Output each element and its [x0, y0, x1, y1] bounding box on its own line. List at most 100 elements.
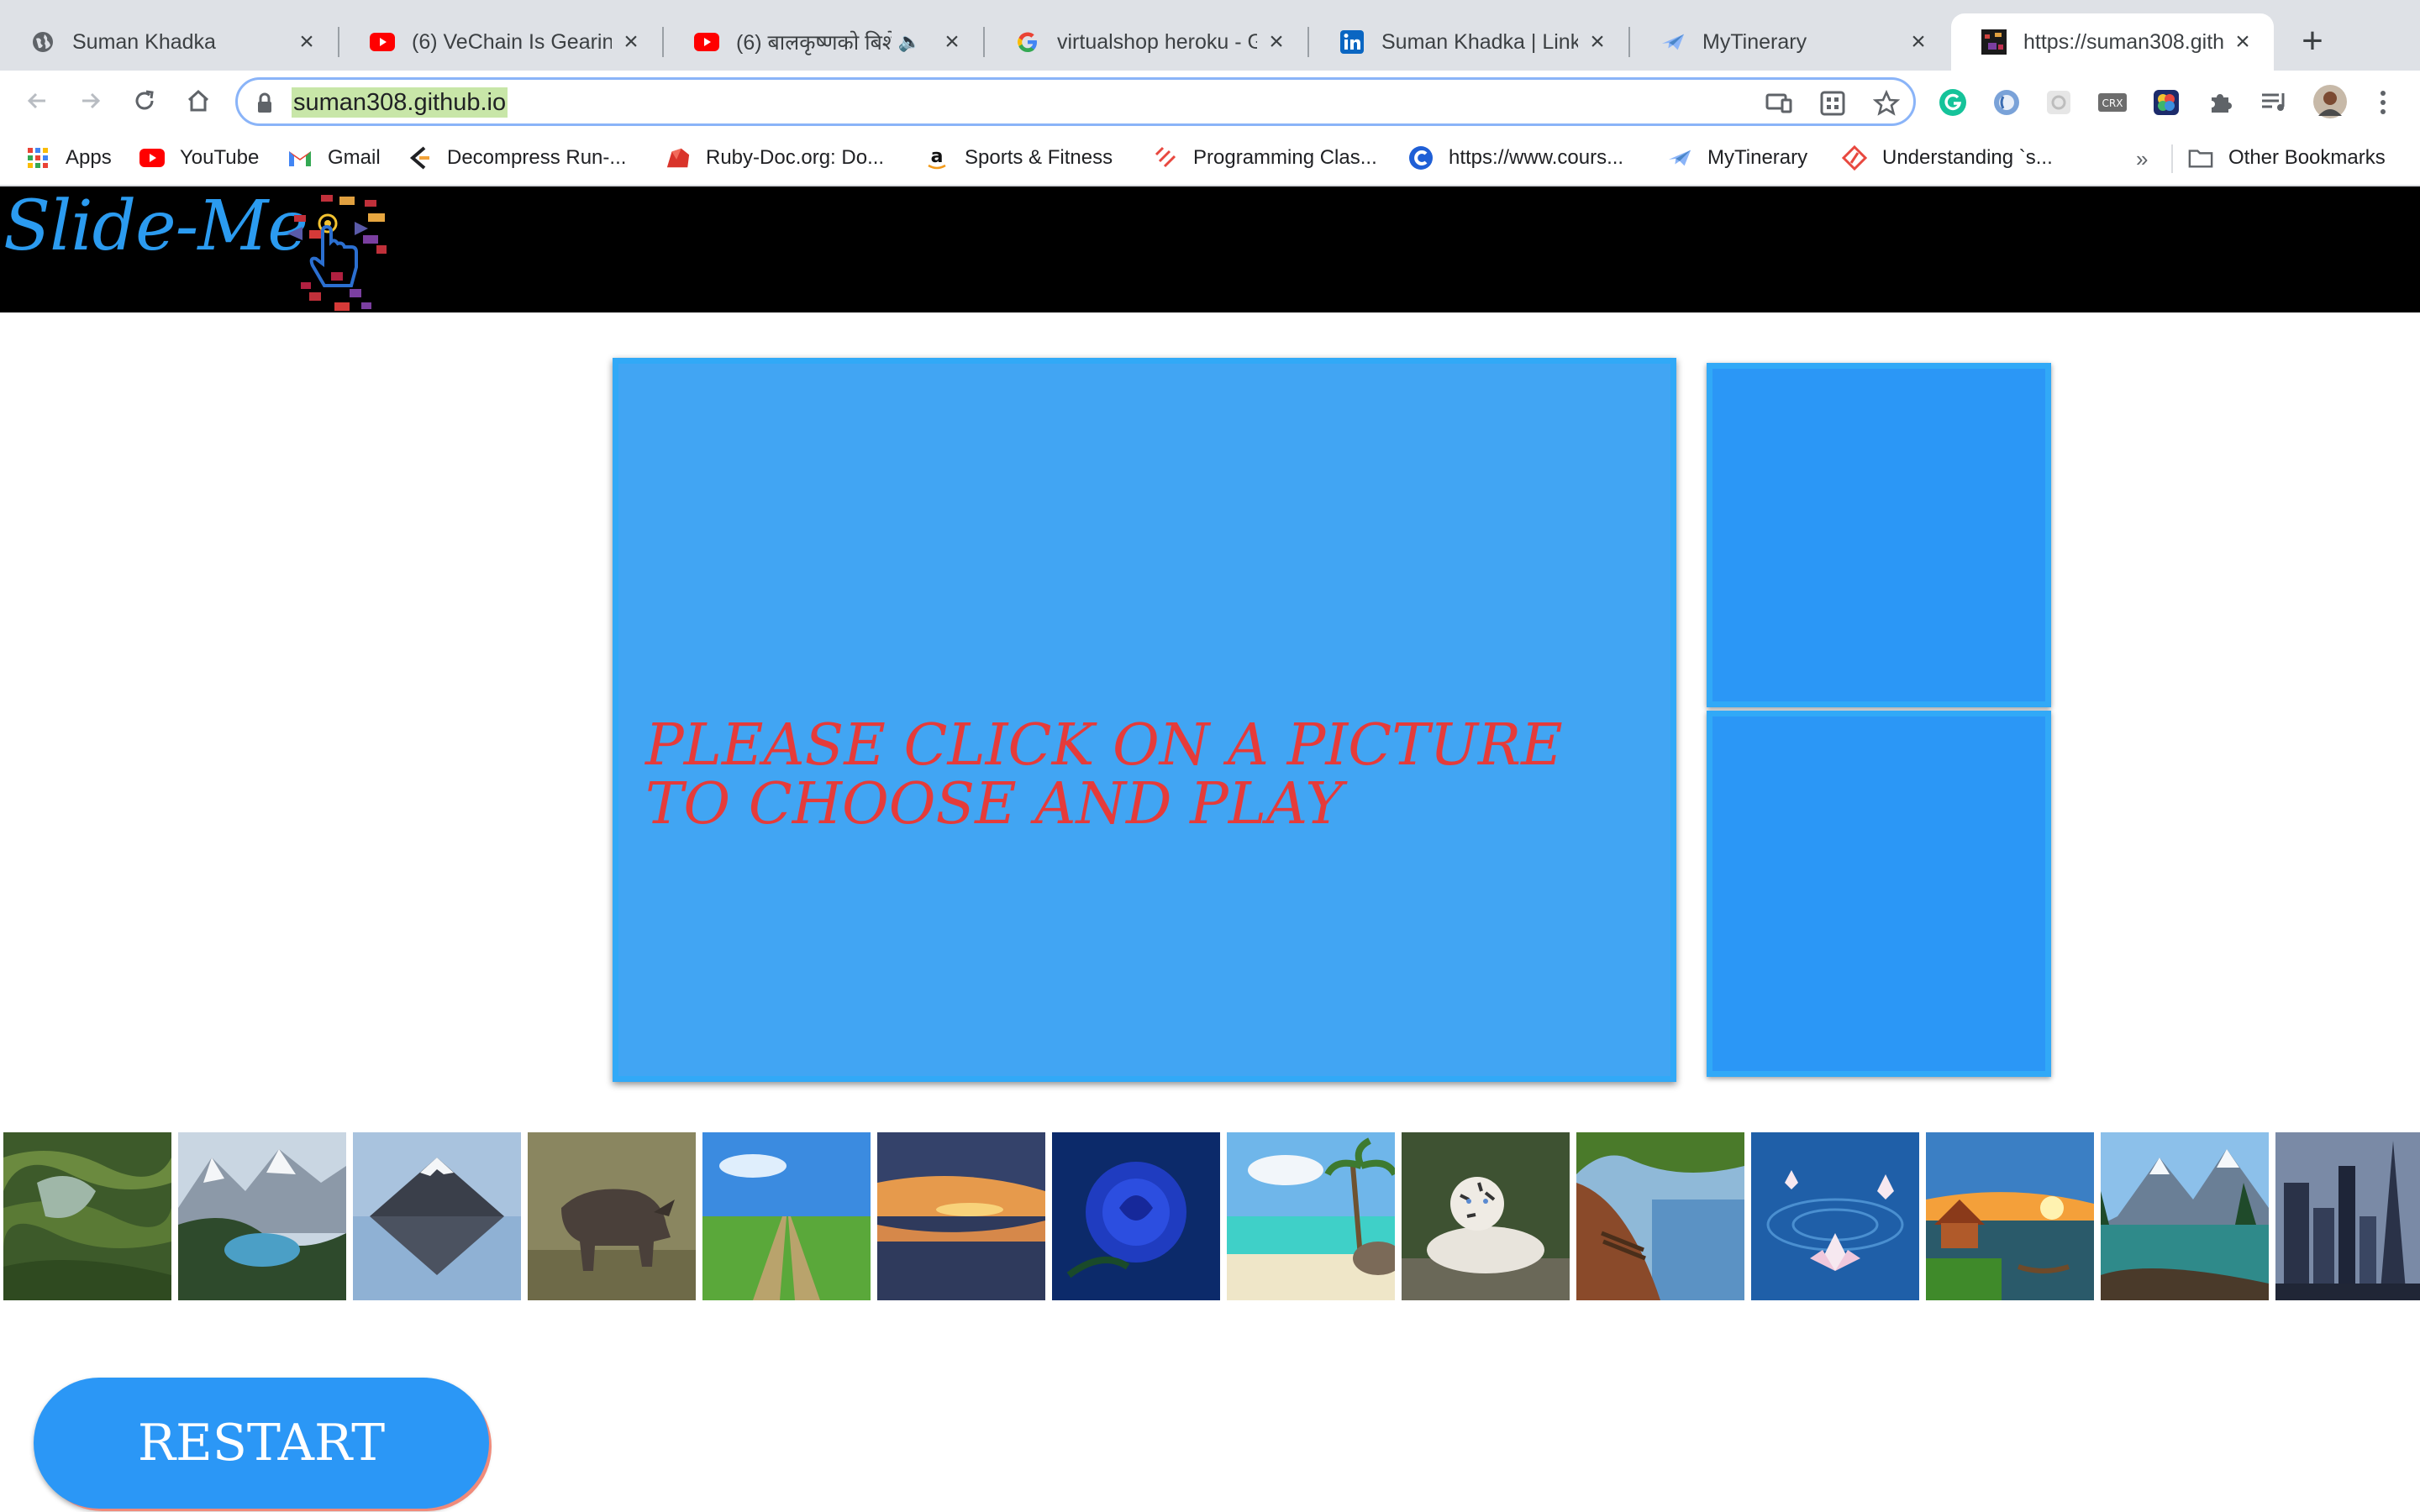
amazon-icon: a	[924, 145, 950, 171]
bookmark-understanding[interactable]: Understanding `s...	[1842, 141, 2053, 175]
tab-title: (6) VeChain Is Gearing	[412, 29, 612, 54]
youtube-icon	[139, 145, 165, 171]
tab-virtualshop[interactable]: virtualshop heroku - G ×	[985, 13, 1307, 71]
thumb-lakeside-bench[interactable]	[1576, 1132, 1744, 1300]
crx-icon[interactable]: CRX	[2097, 87, 2128, 118]
logo-text[interactable]: Slide-Me	[3, 186, 308, 266]
close-tab-icon[interactable]: ×	[294, 28, 319, 56]
google-icon	[1015, 29, 1040, 55]
gmail-icon	[287, 145, 313, 171]
puzzle-board[interactable]: PLEASE CLICK ON A PICTURE TO CHOOSE AND …	[613, 358, 1676, 1082]
tab-slide-me[interactable]: https://suman308.gith ×	[1951, 13, 2274, 71]
close-tab-icon[interactable]: ×	[1906, 28, 1931, 56]
bookmark-ruby-doc[interactable]: Ruby-Doc.org: Do...	[666, 141, 884, 175]
thumb-city-skyline[interactable]	[2275, 1132, 2420, 1300]
apps-grid-icon	[25, 145, 50, 171]
new-tab-button[interactable]: +	[2296, 20, 2329, 62]
tab-title: virtualshop heroku - G	[1057, 29, 1257, 54]
close-tab-icon[interactable]: ×	[2230, 28, 2255, 56]
tab-title: MyTinerary	[1702, 29, 1807, 54]
bookmark-gmail[interactable]: Gmail	[287, 141, 381, 175]
thumb-cabin-sunset[interactable]	[1926, 1132, 2094, 1300]
youtube-icon	[694, 29, 719, 55]
extension-icon[interactable]	[2044, 87, 2074, 118]
site-icon	[1981, 29, 2007, 55]
bookmark-other[interactable]: Other Bookmarks	[2188, 141, 2386, 175]
audio-playing-icon[interactable]: 🔈	[898, 31, 921, 53]
tab-nepali-video[interactable]: (6) बालकृष्णको बिशेष 🔈 ×	[664, 13, 983, 71]
thumb-rhino[interactable]	[528, 1132, 696, 1300]
bookmark-programming[interactable]: Programming Clas...	[1153, 141, 1377, 175]
bookmarks-bar: Apps YouTube Gmail Decompress Run-... Ru…	[0, 133, 2420, 186]
svg-text:a: a	[931, 146, 944, 167]
menu-icon[interactable]	[2368, 87, 2398, 118]
media-control-icon[interactable]	[2259, 87, 2289, 118]
tab-title: Suman Khadka	[72, 29, 216, 54]
globe-icon	[30, 29, 55, 55]
bookmark-star-icon[interactable]	[1871, 88, 1902, 118]
thumb-white-tiger[interactable]	[1402, 1132, 1570, 1300]
decompress-icon	[407, 145, 432, 171]
close-tab-icon[interactable]: ×	[939, 28, 965, 56]
tab-suman-khadka[interactable]: Suman Khadka ×	[0, 13, 338, 71]
restart-button[interactable]: RESTART	[34, 1378, 489, 1509]
tab-title: (6) बालकृष्णको बिशेष	[736, 31, 892, 55]
coursera-icon	[1408, 145, 1434, 171]
bookmark-apps[interactable]: Apps	[25, 141, 112, 175]
linkedin-icon	[1339, 29, 1365, 55]
plane-icon	[1660, 29, 1686, 55]
thumb-volcano-reflection[interactable]	[353, 1132, 521, 1300]
bookmarks-divider	[2171, 144, 2173, 173]
understanding-icon	[1842, 145, 1867, 171]
tab-mytinerary[interactable]: MyTinerary ×	[1630, 13, 1949, 71]
profile-avatar[interactable]	[2312, 84, 2348, 119]
qr-code-icon[interactable]	[1818, 88, 1848, 118]
bookmark-coursera[interactable]: https://www.cours...	[1408, 141, 1623, 175]
bookmark-youtube[interactable]: YouTube	[139, 141, 259, 175]
url-text[interactable]: suman308.github.io	[292, 87, 508, 118]
thumb-blue-rose[interactable]	[1052, 1132, 1220, 1300]
preview-tile-top[interactable]	[1707, 363, 2051, 707]
preview-tile-bottom[interactable]	[1707, 711, 2051, 1077]
ruby-icon	[666, 145, 691, 171]
home-button[interactable]	[176, 79, 220, 123]
extension-icon[interactable]	[1991, 87, 2022, 118]
thumb-lotus-pond[interactable]	[1751, 1132, 1919, 1300]
reload-icon	[135, 90, 154, 110]
tab-linkedin[interactable]: Suman Khadka | Linke ×	[1309, 13, 1628, 71]
thumb-mountain-lake-valley[interactable]	[178, 1132, 346, 1300]
cast-icon[interactable]	[1764, 88, 1794, 118]
bookmark-mytinerary[interactable]: MyTinerary	[1667, 141, 1807, 175]
bookmark-decompress[interactable]: Decompress Run-...	[407, 141, 626, 175]
site-header: Slide-Me	[0, 186, 2420, 312]
back-arrow-icon	[27, 92, 45, 109]
home-icon	[187, 89, 209, 112]
tab-vechain[interactable]: (6) VeChain Is Gearing ×	[339, 13, 662, 71]
programming-icon	[1153, 145, 1178, 171]
close-tab-icon[interactable]: ×	[1264, 28, 1289, 56]
forward-button[interactable]	[69, 79, 113, 123]
svg-text:CRX: CRX	[2102, 97, 2123, 109]
grammarly-icon[interactable]	[1938, 87, 1968, 118]
address-bar[interactable]: suman308.github.io	[235, 77, 1916, 126]
tab-title: https://suman308.gith	[2023, 29, 2223, 54]
back-button[interactable]	[15, 79, 59, 123]
close-tab-icon[interactable]: ×	[1585, 28, 1610, 56]
thumb-alpine-lake[interactable]	[2101, 1132, 2269, 1300]
thumb-rice-terraces[interactable]	[3, 1132, 171, 1300]
thumb-green-field-path[interactable]	[702, 1132, 871, 1300]
forward-arrow-icon	[82, 92, 101, 109]
picture-picker	[0, 1132, 2420, 1300]
extension-icon[interactable]	[2151, 87, 2181, 118]
thumb-tropical-beach[interactable]	[1227, 1132, 1395, 1300]
reload-button[interactable]	[123, 79, 166, 123]
youtube-icon	[370, 29, 395, 55]
bookmark-sports-fitness[interactable]: a Sports & Fitness	[924, 141, 1113, 175]
swipe-hand-logo-icon	[287, 195, 387, 311]
lock-icon[interactable]	[256, 92, 273, 118]
puzzle-icon[interactable]	[2205, 87, 2235, 118]
thumb-sunset-lake[interactable]	[877, 1132, 1045, 1300]
board-instruction: PLEASE CLICK ON A PICTURE TO CHOOSE AND …	[645, 712, 1563, 837]
more-bookmarks-chevron[interactable]: »	[2136, 146, 2148, 172]
close-tab-icon[interactable]: ×	[618, 28, 644, 56]
